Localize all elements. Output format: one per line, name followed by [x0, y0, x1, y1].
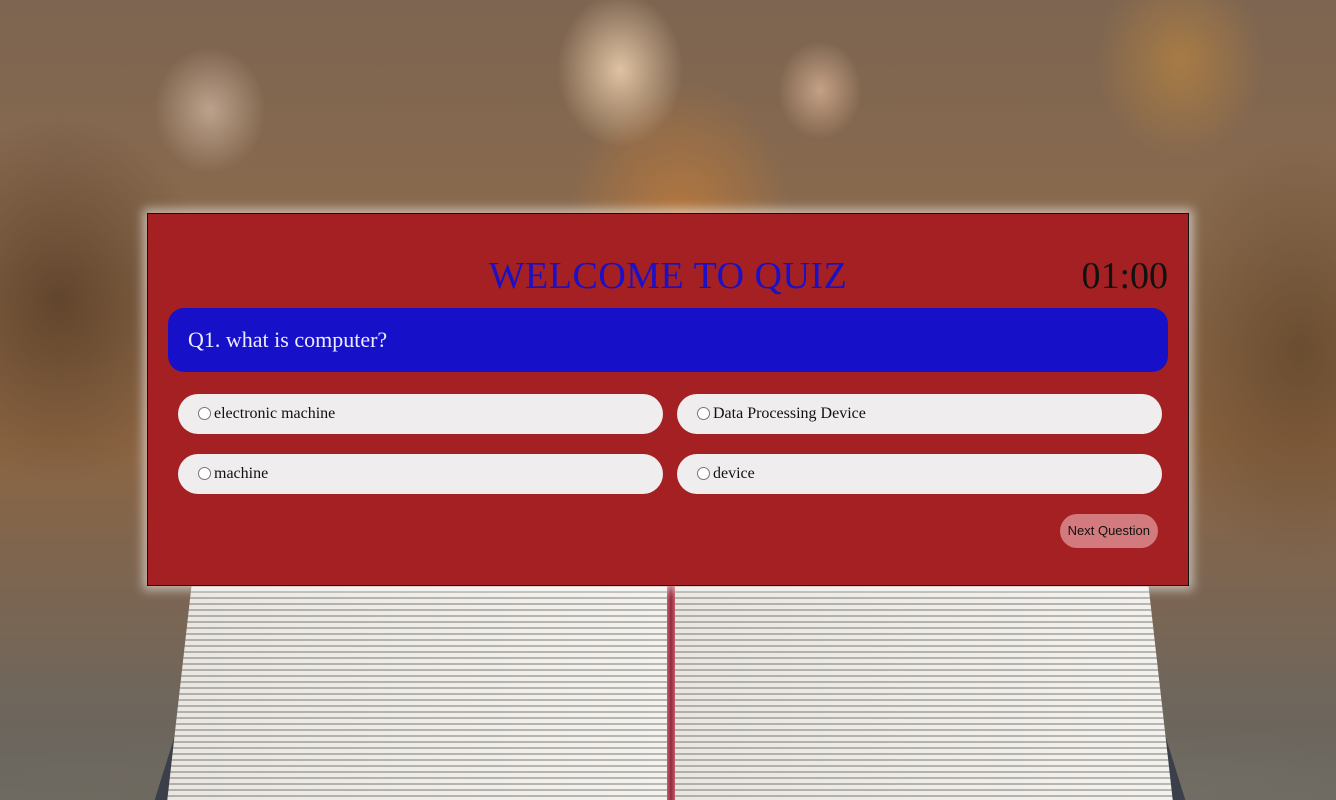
book-right-page: [670, 585, 1175, 800]
answer-option-1[interactable]: electronic machine: [178, 394, 663, 434]
answer-option-label: device: [713, 465, 755, 482]
quiz-title: WELCOME TO QUIZ: [488, 255, 848, 297]
question-text: Q1. what is computer?: [168, 308, 1168, 372]
answer-option-label: electronic machine: [214, 405, 336, 422]
answer-option-label: Data Processing Device: [713, 405, 866, 422]
answer-option-3[interactable]: machine: [178, 454, 663, 494]
quiz-header: WELCOME TO QUIZ 01:00: [168, 252, 1168, 304]
book-left-page: [165, 585, 670, 800]
quiz-panel: WELCOME TO QUIZ 01:00 Q1. what is comput…: [147, 213, 1189, 586]
radio-button[interactable]: [198, 406, 211, 420]
answer-option-label: machine: [214, 465, 269, 482]
radio-button[interactable]: [198, 466, 211, 480]
background-open-book: [150, 585, 1190, 800]
answer-option-4[interactable]: device: [677, 454, 1162, 494]
radio-button[interactable]: [697, 406, 710, 420]
answer-option-2[interactable]: Data Processing Device: [677, 394, 1162, 434]
book-ribbon: [667, 585, 675, 800]
radio-button[interactable]: [697, 466, 710, 480]
next-question-button[interactable]: Next Question: [1059, 514, 1158, 548]
quiz-timer: 01:00: [1081, 255, 1168, 297]
